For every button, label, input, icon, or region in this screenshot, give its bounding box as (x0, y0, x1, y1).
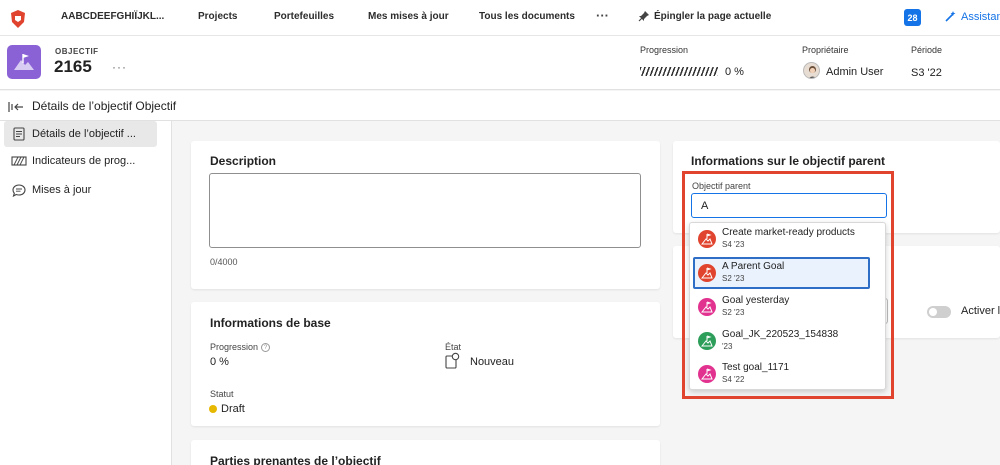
description-textarea[interactable] (209, 173, 641, 248)
notifications-badge[interactable]: 28 (904, 9, 921, 26)
option-name: Goal_JK_220523_154838 (722, 329, 839, 340)
status-field-label: Statut (210, 389, 234, 399)
option-period: S2 '23 (722, 274, 745, 283)
app-logo-icon[interactable] (7, 8, 29, 30)
help-icon[interactable]: ? (261, 343, 271, 353)
stakeholders-title: Parties prenantes de l’objectif (210, 454, 381, 465)
dropdown-option[interactable]: Goal_JK_220523_154838 '23 (693, 325, 870, 357)
assistant-label: Assistant (961, 10, 1000, 23)
description-card: Description 0/4000 (191, 141, 660, 289)
progress-value: 0 % (725, 66, 744, 78)
dropdown-option-selected[interactable]: A Parent Goal S2 '23 (693, 257, 870, 289)
goal-icon (698, 298, 716, 316)
sidebar-item-label: Indicateurs de prog... (32, 155, 136, 167)
object-number: 2165 (54, 57, 92, 76)
nav-portfolios[interactable]: Portefeuilles (274, 11, 334, 22)
parent-goal-dropdown: Create market-ready products S4 '23 A Pa… (689, 222, 886, 390)
basic-info-card: Informations de base Progression? 0 % Ét… (191, 302, 660, 426)
sidebar-item-updates[interactable]: Mises à jour (4, 177, 157, 203)
option-name: Test goal_1171 (722, 362, 790, 373)
magic-wand-icon (945, 11, 956, 22)
objective-icon (7, 45, 41, 79)
owner-label: Propriétaire (802, 45, 849, 55)
dropdown-option[interactable]: Test goal_1171 S4 '22 (693, 358, 870, 390)
status-badge: Draft (209, 403, 245, 415)
stakeholders-card: Parties prenantes de l’objectif (191, 440, 660, 465)
workspace-name[interactable]: AABCDEEFGHIÏJKL... (61, 11, 164, 22)
nav-all-documents[interactable]: Tous les documents (479, 11, 575, 22)
goal-icon (698, 332, 716, 350)
sidebar-item-label: Détails de l’objectif ... (32, 128, 136, 140)
sidebar-item-progress-indicators[interactable]: Indicateurs de prog... (4, 148, 157, 174)
progress-field-value: 0 % (210, 356, 229, 368)
avatar[interactable] (803, 62, 820, 79)
status-dot-icon (209, 405, 217, 414)
goal-icon (698, 365, 716, 383)
nav-more-icon[interactable]: ··· (596, 8, 609, 23)
object-type-label: OBJECTIF (55, 47, 99, 56)
page-title: Détails de l’objectif Objectif (32, 99, 177, 113)
owner-name[interactable]: Admin User (826, 66, 883, 78)
character-counter: 0/4000 (210, 257, 238, 267)
parent-info-title: Informations sur le objectif parent (691, 154, 886, 168)
dropdown-option[interactable]: Create market-ready products S4 '23 (693, 223, 870, 255)
basic-info-title: Informations de base (210, 316, 331, 330)
breadcrumb: Détails de l’objectif Objectif (0, 91, 1000, 121)
state-field-label: État (445, 342, 462, 352)
parent-goal-search-input[interactable]: A (691, 193, 887, 218)
assistant-button[interactable]: Assistant (944, 10, 1000, 23)
state-field-value: Nouveau (470, 356, 515, 368)
top-navigation: AABCDEEFGHIÏJKL... Projects Portefeuille… (0, 0, 1000, 36)
object-header: OBJECTIF 2165 ··· Progression 0 % Propri… (0, 36, 1000, 90)
progress-indicator-icon (9, 155, 29, 167)
nav-projects[interactable]: Projects (198, 11, 237, 22)
goal-icon (698, 230, 716, 248)
period-value: S3 '22 (911, 67, 942, 79)
pin-page-label: Épingler la page actuelle (654, 10, 772, 22)
nav-my-updates[interactable]: Mes mises à jour (368, 11, 449, 22)
activate-toggle-label: Activer le (961, 305, 1000, 317)
parent-field-label: Objectif parent (692, 181, 751, 191)
sidebar-item-goal-details[interactable]: Détails de l’objectif ... (4, 121, 157, 147)
option-name: A Parent Goal (722, 261, 785, 272)
state-icon (445, 352, 460, 374)
activate-toggle[interactable] (927, 306, 951, 318)
object-more-icon[interactable]: ··· (112, 60, 127, 74)
sidebar-item-label: Mises à jour (32, 184, 92, 196)
collapse-panel-icon[interactable] (8, 100, 24, 118)
pin-page-button[interactable]: Épingler la page actuelle (638, 10, 771, 22)
progress-field-label: Progression? (210, 342, 271, 353)
goal-icon (698, 264, 716, 282)
option-name: Create market-ready products (722, 227, 855, 238)
dropdown-option[interactable]: Goal yesterday S2 '23 (693, 291, 870, 323)
option-period: S4 '22 (722, 375, 745, 384)
progress-label: Progression (640, 45, 689, 55)
pin-icon (638, 11, 649, 22)
progress-bar (640, 67, 718, 76)
description-title: Description (210, 154, 277, 168)
chat-bubble-icon (9, 183, 29, 197)
option-name: Goal yesterday (722, 295, 790, 306)
option-period: S4 '23 (722, 240, 745, 249)
option-period: S2 '23 (722, 308, 745, 317)
period-label: Période (911, 45, 943, 55)
option-period: '23 (722, 342, 733, 351)
sidebar: Détails de l’objectif ... Indicateurs de… (0, 121, 172, 465)
document-icon (9, 127, 29, 141)
